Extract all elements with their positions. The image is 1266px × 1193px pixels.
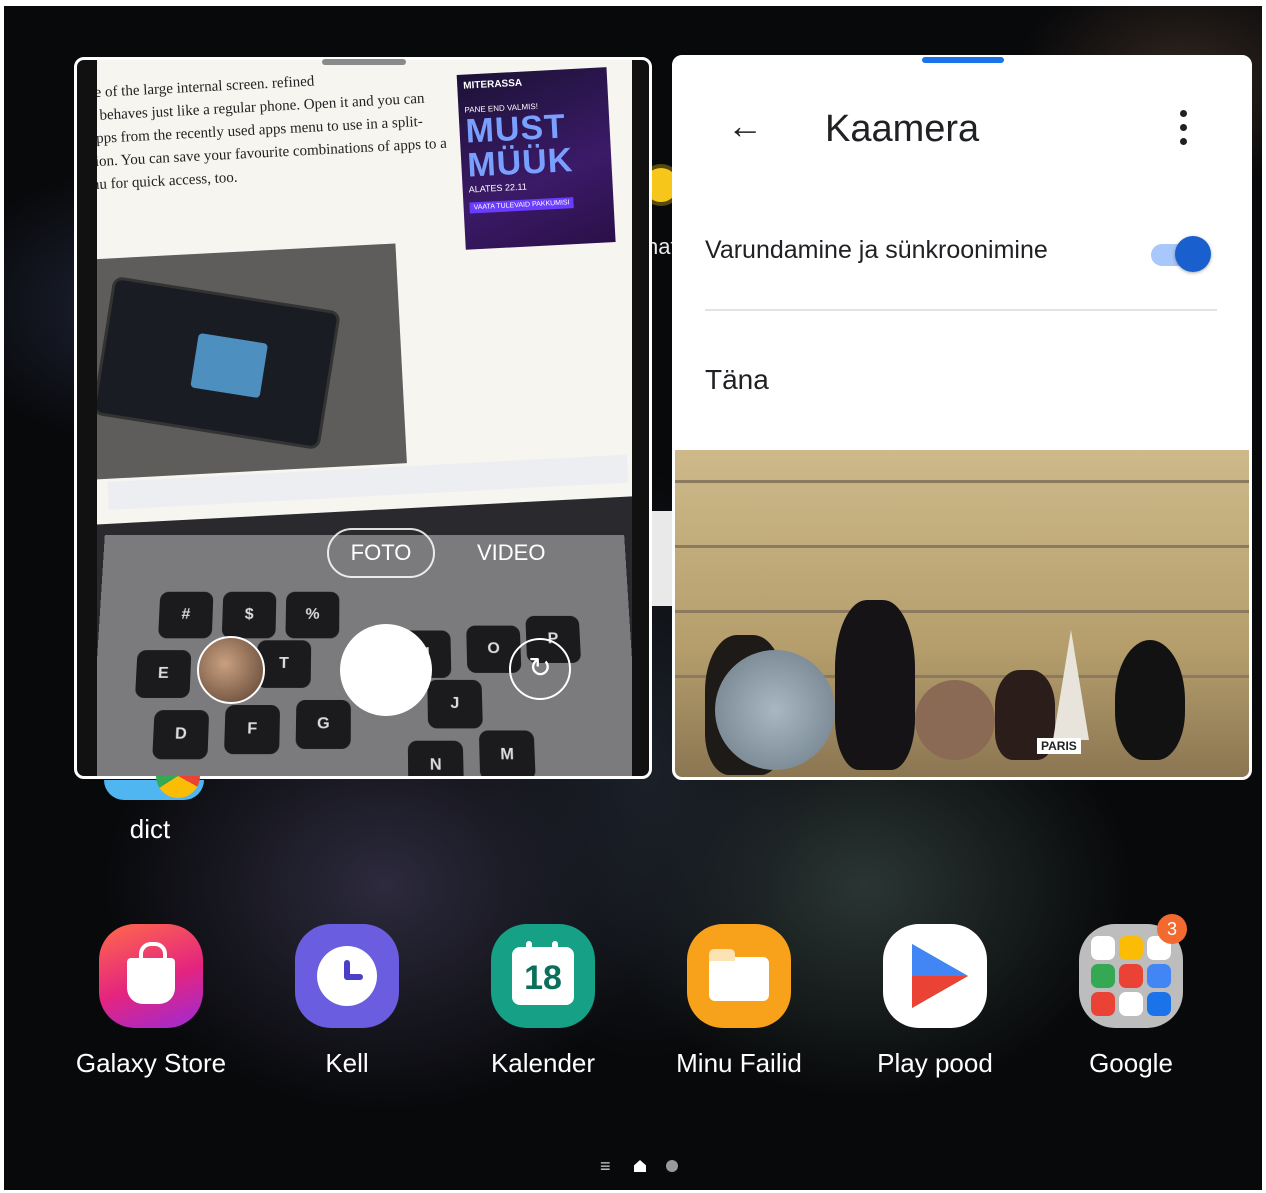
app-label: Kalender [490,1048,596,1078]
app-label: Kell [325,1048,369,1078]
camera-viewfinder[interactable]: ge of the large internal screen. refined… [97,60,632,776]
keyboard-key: N [407,740,464,776]
app-label: Minu Failid [676,1048,802,1078]
maps-icon [1091,964,1115,988]
shutter-button[interactable] [340,624,432,716]
google-folder-icon[interactable]: 3 [1079,914,1187,1028]
folder-shape [709,949,769,1001]
keyboard-key: F [223,705,281,755]
page-dot[interactable] [666,1160,678,1172]
keyboard-key: G [295,699,351,749]
page-title: Kaamera [825,108,980,150]
page-indicator[interactable]: ≡ [600,1156,690,1176]
more-dot [1180,110,1187,117]
app-galaxy-store[interactable]: Galaxy Store [56,924,246,1079]
home-screen: nat ge of the large internal screen. ref… [4,6,1262,1190]
galaxy-store-icon[interactable] [99,924,203,1028]
backup-sync-label: Varundamine ja sünkroonimine [705,236,1048,264]
brick-line [675,610,1249,613]
viewfinder-article-text: ge of the large internal screen. refined… [97,64,452,198]
back-arrow-icon[interactable]: ← [721,104,769,152]
switch-camera-icon[interactable]: ↻ [509,638,571,700]
keyboard-key: % [285,591,340,639]
play-triangle [912,944,968,1008]
chrome-icon [1119,936,1143,960]
photo-amphora [835,600,915,770]
app-kell[interactable]: Kell [252,924,442,1079]
play-store-icon[interactable] [883,924,987,1028]
viewfinder-inner-photo [97,243,407,481]
ad-cta: VAATA TULEVAID PAKKUMISI [469,197,574,214]
clock-face [317,946,377,1006]
app-play-pood[interactable]: Play pood [840,924,1030,1079]
photo-stone [915,680,995,760]
chrome-badge-icon [156,776,200,800]
keyboard-key: M [478,730,536,776]
app-label: Play pood [877,1048,993,1078]
bag-shape [127,942,175,1004]
keyboard-key: J [427,679,483,729]
calendar-icon[interactable]: 18 [491,924,595,1028]
youtube-icon [1119,964,1143,988]
keyboard-key: $ [221,591,277,639]
calendar-date: 18 [512,941,574,1005]
ad-brand: MITERASSA [462,77,523,92]
youtube-music-icon [1091,992,1115,1016]
viewfinder-phone [97,275,341,451]
camera-window[interactable]: ge of the large internal screen. refined… [74,57,652,779]
keyboard-key: E [134,650,192,698]
photo-thumbnail[interactable]: PARIS [675,450,1249,777]
photo-paris-label: PARIS [1037,738,1081,754]
app-label: Galaxy Store [75,1048,227,1078]
home-page-icon[interactable] [634,1160,646,1172]
ad-headline-2: MÜÜK [466,141,575,185]
divider [705,309,1217,311]
google-apps-grid [1091,936,1171,1016]
photo-mosaic-lamp [715,650,835,770]
app-google-folder[interactable]: 3 Google [1036,914,1226,1079]
mode-photo-button[interactable]: FOTO [327,528,435,578]
toggle-thumb [1175,236,1211,272]
keyboard-key: # [158,591,214,639]
app-label: Google [1089,1048,1173,1078]
photo-dark-vase [1115,640,1185,760]
more-dot [1180,138,1187,145]
brick-line [675,545,1249,548]
drive-icon [1147,964,1171,988]
clock-icon[interactable] [295,924,399,1028]
kaamera-window-drag-handle[interactable] [922,57,1004,63]
dict-app-label[interactable]: dict [120,814,180,845]
viewfinder-monitor: ge of the large internal screen. refined… [97,60,632,526]
keyboard-key: D [152,710,210,760]
backup-sync-toggle[interactable] [1149,236,1211,272]
app-minu-failid[interactable]: Minu Failid [644,924,834,1079]
camera-mode-selector: FOTO VIDEO [327,528,567,580]
kaamera-window: ← Kaamera Varundamine ja sünkroonimine T… [672,55,1252,780]
mode-video-button[interactable]: VIDEO [477,530,545,576]
camera-window-drag-handle[interactable] [322,59,406,65]
google-icon [1091,936,1115,960]
photo-eiffel-tower [1053,630,1089,740]
viewfinder-ad: MITERASSA PANE END VALMIS! MUST MÜÜK ALA… [456,67,616,250]
more-options-icon[interactable] [1165,104,1201,152]
gallery-thumbnail-button[interactable] [197,636,265,704]
play-movies-icon [1119,992,1143,1016]
app-kalender[interactable]: 18 Kalender [448,924,638,1079]
notification-badge: 3 [1157,914,1187,944]
brick-line [675,480,1249,483]
menu-lines-icon[interactable]: ≡ [600,1156,611,1176]
app-dock: Galaxy Store Kell 18 Kalender Minu Faili… [4,914,1262,1094]
meet-icon [1147,992,1171,1016]
folder-icon[interactable] [687,924,791,1028]
more-dot [1180,124,1187,131]
section-today: Täna [705,364,769,395]
